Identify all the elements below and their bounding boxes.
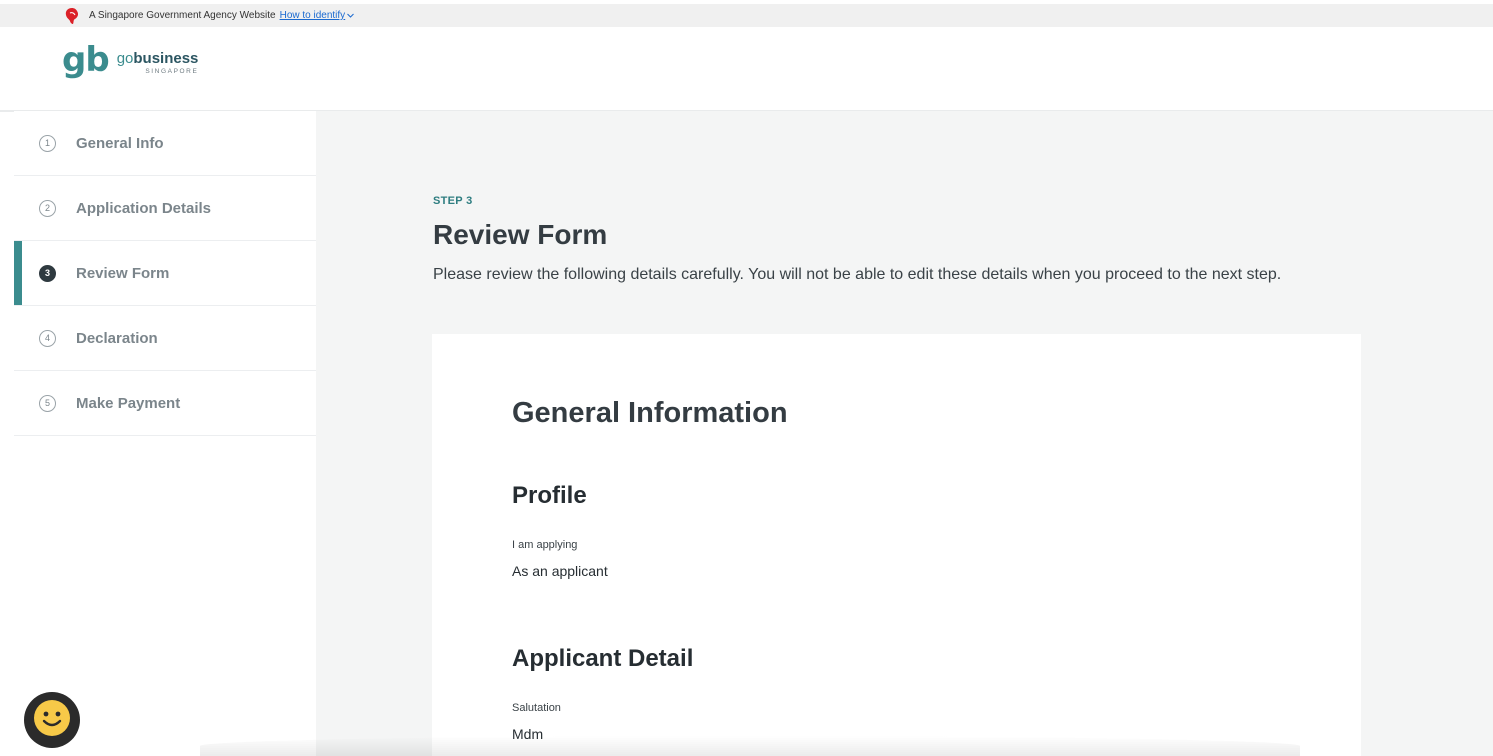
- review-card[interactable]: General Information Profile I am applyin…: [432, 334, 1361, 756]
- page-title: Review Form: [433, 219, 608, 250]
- chevron-down-icon: [347, 13, 355, 18]
- step-number: 5: [39, 394, 56, 412]
- step-number: 4: [39, 329, 56, 347]
- active-step-indicator: [14, 241, 22, 305]
- page-description: Please review the following details care…: [433, 266, 1282, 283]
- step-label: Review Form: [76, 264, 170, 282]
- how-to-identify-label: How to identify: [279, 10, 346, 21]
- subsection-title-applicant-detail: Applicant Detail: [512, 645, 694, 672]
- logo-wordmark: gobusiness SINGAPORE: [117, 51, 199, 75]
- sidebar-step-general-info[interactable]: 1 General Info: [14, 111, 316, 176]
- field-label-salutation: Salutation: [512, 702, 561, 714]
- logo-word-business: business: [133, 50, 199, 67]
- site-header: gb gobusiness SINGAPORE: [0, 27, 1493, 112]
- logo-sub-singapore: SINGAPORE: [145, 68, 199, 75]
- step-number: 2: [39, 199, 56, 217]
- smiley-face-icon: [32, 698, 72, 743]
- gov-agency-text: A Singapore Government Agency Website: [89, 10, 276, 21]
- sidebar-step-make-payment[interactable]: 5 Make Payment: [14, 371, 316, 436]
- subsection-title-profile: Profile: [512, 482, 587, 509]
- step-label: Declaration: [76, 329, 158, 347]
- step-sidebar: 1 General Info 2 Application Details 3 R…: [14, 111, 316, 756]
- field-value-applying: As an applicant: [512, 563, 608, 579]
- step-label: General Info: [76, 134, 164, 152]
- field-label-applying: I am applying: [512, 539, 578, 551]
- step-label: Make Payment: [76, 394, 181, 412]
- step-kicker: STEP 3: [433, 195, 473, 207]
- gobusiness-logo[interactable]: gb gobusiness SINGAPORE: [62, 43, 199, 77]
- gov-masthead: A Singapore Government Agency Website Ho…: [0, 4, 1493, 27]
- sidebar-step-review-form[interactable]: 3 Review Form: [14, 241, 316, 306]
- lion-head-icon: [64, 7, 80, 25]
- main-content: STEP 3 Review Form Please review the fol…: [316, 111, 1493, 756]
- step-number: 1: [39, 134, 56, 152]
- section-title-general-information: General Information: [512, 397, 788, 429]
- step-number: 3: [39, 264, 56, 282]
- how-to-identify-link[interactable]: How to identify: [280, 10, 355, 21]
- sidebar-step-declaration[interactable]: 4 Declaration: [14, 306, 316, 371]
- sidebar-step-application-details[interactable]: 2 Application Details: [14, 176, 316, 241]
- logo-word-go: go: [116, 50, 134, 67]
- field-value-salutation: Mdm: [512, 726, 544, 742]
- gb-logo-mark: gb: [62, 40, 110, 80]
- feedback-button[interactable]: [24, 692, 80, 748]
- step-label: Application Details: [76, 199, 212, 217]
